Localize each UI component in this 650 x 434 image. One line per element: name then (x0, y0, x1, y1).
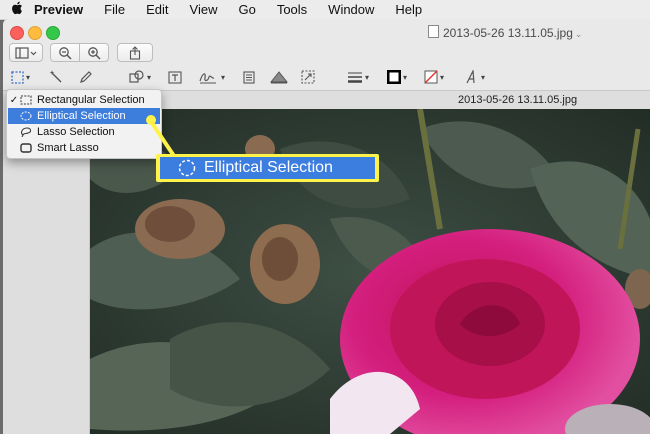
menu-item-elliptical-selection[interactable]: Elliptical Selection (8, 108, 160, 124)
zoom-in-icon (88, 46, 101, 60)
resize-icon (301, 70, 315, 84)
menu-item-smart-lasso[interactable]: Smart Lasso (8, 140, 160, 156)
instant-alpha-button[interactable] (49, 68, 63, 86)
selection-tool-button[interactable]: ▾ (11, 68, 30, 86)
border-color-icon (387, 70, 401, 84)
zoom-button[interactable] (46, 26, 60, 40)
line-style-icon (348, 72, 362, 83)
shapes-button[interactable]: ▾ (129, 68, 151, 86)
font-style-icon (466, 70, 475, 84)
elliptical-selection-icon (20, 111, 32, 121)
adjust-color-icon (270, 71, 288, 84)
chevron-down-icon: ▾ (365, 72, 370, 82)
sketch-button[interactable] (79, 68, 93, 86)
smart-lasso-icon (20, 143, 32, 153)
callout-dot (146, 115, 156, 125)
document-icon (428, 25, 439, 38)
title-bar: 2013-05-26 13.11.05.jpg ⌄ (3, 19, 650, 43)
markup-toolbar: ▾ ▾ ▾ ▾ ▾ ▾ ▾ (3, 64, 650, 90)
elliptical-selection-icon (178, 159, 196, 177)
border-color-button[interactable]: ▾ (387, 68, 407, 86)
selection-tool-menu: ✓ Rectangular Selection Elliptical Selec… (6, 89, 162, 159)
minimize-button[interactable] (28, 26, 42, 40)
magic-wand-icon (49, 70, 62, 83)
callout-highlight: Elliptical Selection (160, 157, 375, 179)
fill-color-icon (424, 70, 438, 84)
line-style-button[interactable]: ▾ (347, 68, 369, 86)
menu-app-name[interactable]: Preview (34, 2, 83, 17)
menu-item-lasso-selection[interactable]: Lasso Selection (8, 124, 160, 140)
adjust-size-button[interactable] (301, 68, 315, 86)
chevron-down-icon: ▾ (403, 72, 408, 82)
window-title[interactable]: 2013-05-26 13.11.05.jpg ⌄ (428, 25, 582, 40)
apple-menu-icon[interactable] (0, 1, 34, 18)
menu-item-label: Rectangular Selection (37, 94, 145, 106)
menu-item-label: Smart Lasso (37, 142, 99, 154)
callout-box: Elliptical Selection (156, 154, 379, 182)
menu-go[interactable]: Go (238, 2, 255, 17)
pen-icon (80, 71, 92, 83)
sign-button[interactable]: ▾ (199, 68, 225, 86)
share-icon (129, 45, 141, 60)
text-icon (168, 70, 182, 84)
preview-window: 2013-05-26 13.11.05.jpg ⌄ ▾ ▾ ▾ ▾ ▾ ▾ ▾ … (3, 19, 650, 434)
close-button[interactable] (10, 26, 24, 40)
chevron-down-icon: ▾ (440, 72, 445, 82)
adjust-color-button[interactable] (270, 68, 288, 86)
menu-edit[interactable]: Edit (146, 2, 168, 17)
callout-label: Elliptical Selection (204, 159, 333, 176)
chevron-down-icon: ▾ (481, 72, 486, 82)
share-button[interactable] (117, 43, 153, 62)
fill-color-button[interactable]: ▾ (424, 68, 444, 86)
chevron-down-icon: ▾ (26, 72, 31, 82)
chevron-down-icon: ▾ (221, 72, 226, 82)
sidebar-toggle-button[interactable] (9, 43, 43, 62)
menu-bar: Preview File Edit View Go Tools Window H… (0, 0, 650, 20)
window-title-text: 2013-05-26 13.11.05.jpg (443, 26, 573, 40)
rectangular-selection-icon (11, 70, 24, 84)
chevron-down-icon: ⌄ (574, 29, 583, 39)
chevron-down-icon: ▾ (147, 72, 152, 82)
menu-window[interactable]: Window (328, 2, 374, 17)
text-style-button[interactable]: ▾ (465, 68, 485, 86)
note-icon (243, 70, 255, 84)
sidebar-icon (15, 46, 37, 59)
document-tab-title: 2013-05-26 13.11.05.jpg (458, 94, 578, 106)
menu-item-rectangular-selection[interactable]: ✓ Rectangular Selection (8, 92, 160, 108)
checkmark-icon: ✓ (9, 94, 19, 106)
text-button[interactable] (168, 68, 182, 86)
signature-icon (199, 73, 216, 84)
menu-file[interactable]: File (104, 2, 125, 17)
notes-button[interactable] (243, 68, 255, 86)
menu-help[interactable]: Help (395, 2, 422, 17)
menu-view[interactable]: View (190, 2, 218, 17)
menu-item-label: Lasso Selection (37, 126, 115, 138)
menu-tools[interactable]: Tools (277, 2, 307, 17)
shapes-icon (129, 70, 144, 83)
zoom-out-icon (59, 46, 72, 60)
zoom-in-button[interactable] (79, 43, 109, 62)
rectangular-selection-icon (20, 95, 32, 105)
zoom-out-button[interactable] (50, 43, 80, 62)
lasso-icon (21, 127, 31, 137)
menu-item-label: Elliptical Selection (37, 110, 126, 122)
